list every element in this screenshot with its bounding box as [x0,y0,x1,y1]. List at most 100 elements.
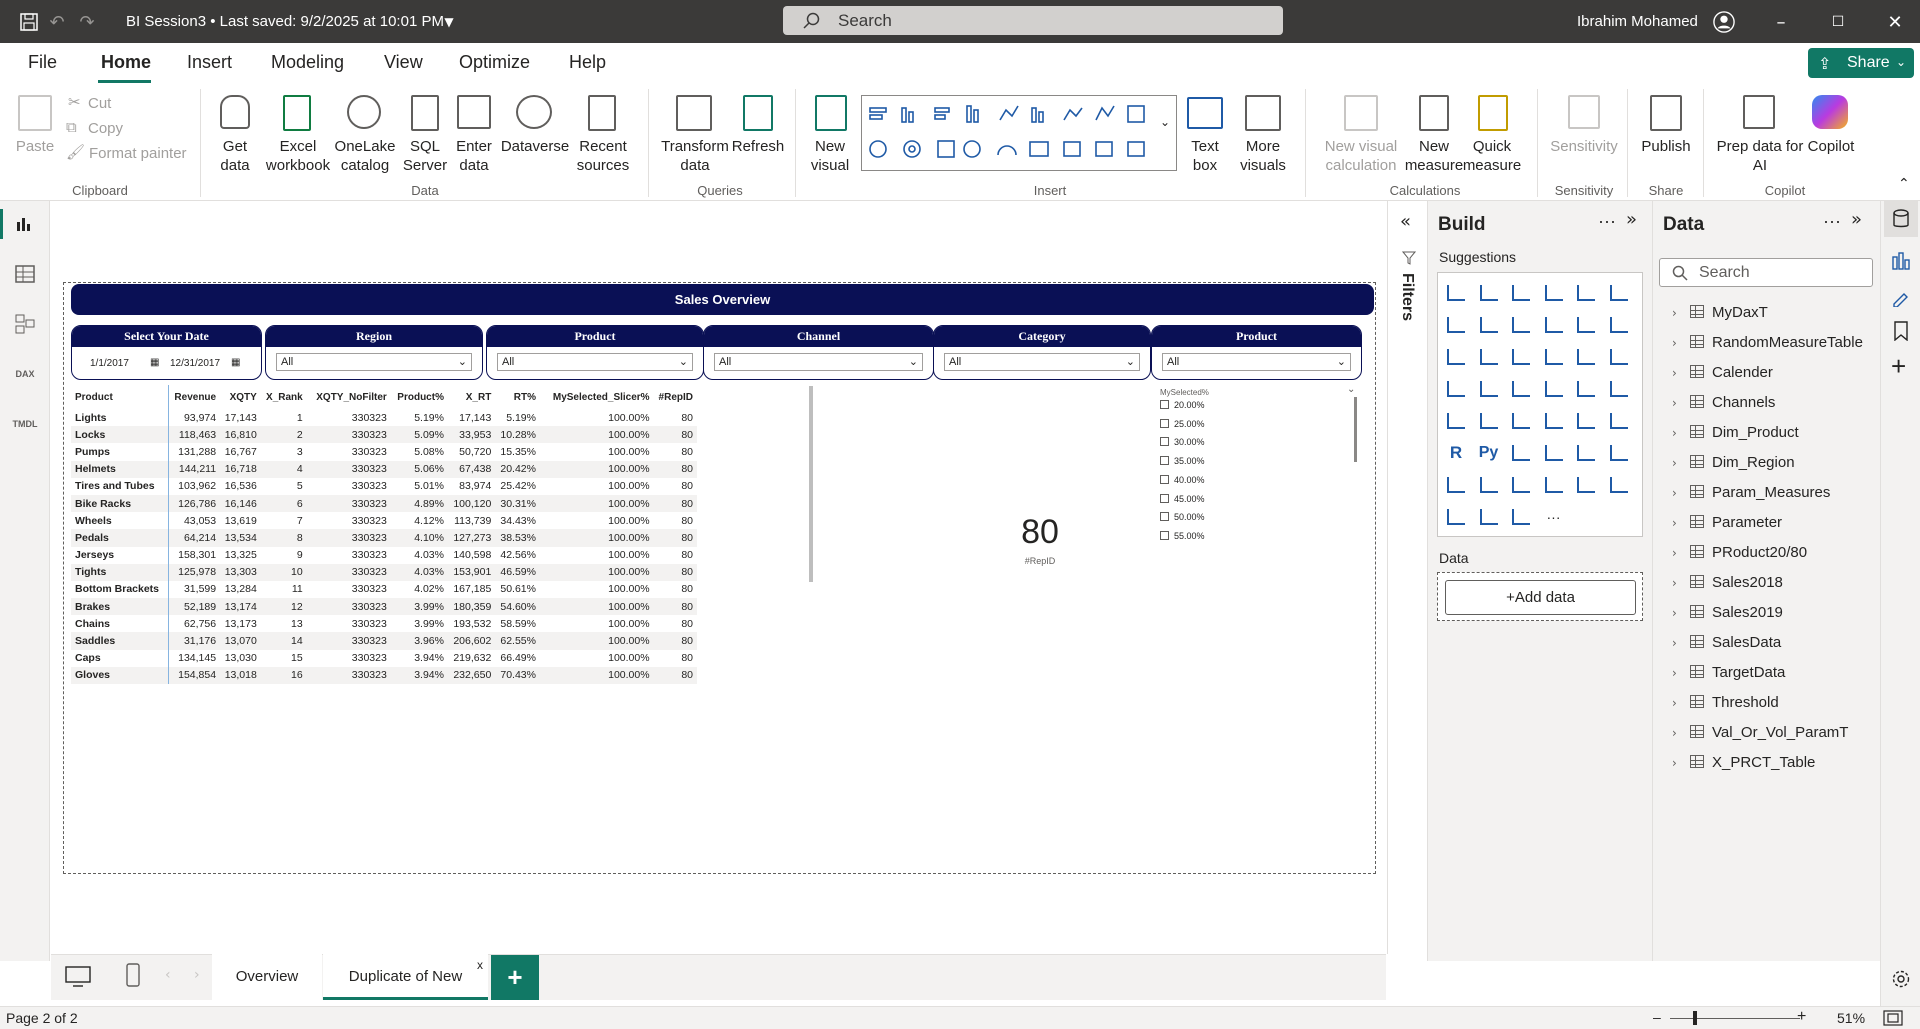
chevron-right-icon[interactable]: › [1672,696,1690,710]
filled-map-icon[interactable] [1478,378,1500,400]
data-table-item[interactable]: › RandomMeasureTable [1672,334,1863,351]
column-header[interactable]: #RepID [654,385,697,409]
data-table-item[interactable]: › PRoduct20/80 [1672,544,1807,561]
product-table[interactable]: Product Revenue XQTY X_Rank XQTY_NoFilter Pro… [71,385,697,684]
add-data-button[interactable]: +Add data [1445,580,1636,615]
cut-button[interactable]: Cut [88,94,111,113]
table-row[interactable]: Gloves 154,854 13,018 16 330323 3.94% 232,650 7… [71,666,697,684]
prep-data-for-ai-button[interactable]: Prep data for AI [1712,137,1808,175]
table-row[interactable]: Tights 125,978 13,303 10 330323 4.03% 153,901 4… [71,563,697,581]
user-name[interactable]: Ibrahim Mohamed [1577,13,1698,30]
zoom-out-button[interactable]: – [1653,1009,1661,1025]
report-view-icon[interactable] [10,209,40,239]
visual-gallery[interactable] [861,95,1177,171]
product-slicer[interactable]: Product All ⌄ [486,325,704,380]
column-header[interactable]: X_RT [448,385,495,409]
menu-optimize[interactable]: Optimize [459,52,530,73]
data-table-item[interactable]: › Val_Or_Vol_ParamT [1672,724,1848,741]
card-new-icon[interactable] [1543,474,1565,496]
copy-button[interactable]: Copy [88,119,123,138]
menu-insert[interactable]: Insert [187,52,232,73]
onelake-catalog-button[interactable]: OneLake catalog [332,137,398,175]
map-icon[interactable] [1445,378,1467,400]
data-search-input[interactable]: Search [1659,258,1873,287]
category-slicer[interactable]: Category All ⌄ [933,325,1151,380]
menu-modeling[interactable]: Modeling [271,52,344,73]
treemap-icon[interactable] [1608,346,1630,368]
pct-slicer-option[interactable]: 20.00% [1160,400,1205,410]
data-table-item[interactable]: › Sales2018 [1672,574,1783,591]
chevron-right-icon[interactable]: › [1672,456,1690,470]
column-header[interactable]: X_Rank [261,385,307,409]
date-from[interactable]: 1/1/2017 [90,358,129,369]
table-row[interactable]: Helmets 144,211 16,718 4 330323 5.06% 67,438 20… [71,460,697,478]
table-row[interactable]: Saddles 31,176 13,070 14 330323 3.96% 206,602 6… [71,632,697,650]
decomposition-tree-icon[interactable] [1543,442,1565,464]
column-header[interactable]: RT% [495,385,540,409]
table-row[interactable]: Brakes 52,189 13,174 12 330323 3.99% 180,359 54… [71,598,697,616]
new-visual-button[interactable]: New visual [806,137,854,175]
chevron-right-icon[interactable]: › [1672,576,1690,590]
pct-slicer-scrollbar[interactable] [1354,397,1357,462]
more-options-icon[interactable]: ··· [1823,211,1841,232]
recent-sources-button[interactable]: Recent sources [568,137,638,175]
pct-slicer-option[interactable]: 55.00% [1160,530,1205,540]
excel-workbook-button[interactable]: Excel workbook [263,137,333,175]
minimize-icon[interactable]: – [1770,11,1792,33]
sql-server-button[interactable]: SQL Server [400,137,450,175]
desktop-layout-icon[interactable] [65,966,91,988]
region-dropdown[interactable]: All ⌄ [276,353,472,371]
collapse-ribbon-icon[interactable]: ⌃ [1898,175,1910,194]
date-to[interactable]: 12/31/2017 [170,358,220,369]
product-dropdown[interactable]: All ⌄ [497,353,693,371]
column-header[interactable]: XQTY [220,385,261,409]
new-visual-calculation-button[interactable]: New visual calculation [1318,137,1404,175]
next-page-icon[interactable]: › [194,967,200,983]
title-dropdown-icon[interactable]: ▼ [438,11,460,33]
power-apps-icon[interactable] [1575,474,1597,496]
dataverse-button[interactable]: Dataverse [500,137,570,156]
get-data-button[interactable]: Get data [210,137,260,175]
checkbox-icon[interactable] [1160,530,1169,540]
region-slicer[interactable]: Region All ⌄ [265,325,483,380]
settings-gear-icon[interactable] [1891,969,1911,989]
data-table-item[interactable]: › Sales2019 [1672,604,1783,621]
azure-map-2-icon[interactable] [1445,506,1467,528]
checkbox-icon[interactable] [1160,437,1169,447]
table-row[interactable]: Jerseys 158,301 13,325 9 330323 4.03% 140,598 4… [71,546,697,564]
global-search-box[interactable]: Search [783,6,1283,35]
build-pane-icon[interactable] [1891,251,1911,271]
diamond-icon[interactable] [1478,506,1500,528]
checkbox-icon[interactable] [1160,512,1169,522]
chevron-right-icon[interactable]: › [1672,726,1690,740]
data-table-item[interactable]: › Parameter [1672,514,1782,531]
pct-slicer-option[interactable]: 25.00% [1160,418,1205,429]
clustered-bar-icon[interactable] [1510,282,1532,304]
prev-page-icon[interactable]: ‹ [165,967,171,983]
data-table-item[interactable]: › SalesData [1672,634,1781,651]
table-row[interactable]: Lights 93,974 17,143 1 330323 5.19% 17,143 5.19… [71,409,697,427]
multi-row-card-icon[interactable] [1478,410,1500,432]
table-row[interactable]: Caps 134,145 13,030 15 330323 3.94% 219,632 66.… [71,649,697,667]
shape-map-icon[interactable] [1510,378,1532,400]
calendar-icon[interactable]: ▦ [150,357,159,368]
data-table-item[interactable]: › Param_Measures [1672,484,1830,501]
gauge-icon[interactable] [1608,378,1630,400]
chevron-right-icon[interactable]: › [1672,486,1690,500]
chevron-right-icon[interactable]: › [1672,366,1690,380]
clustered-column-icon[interactable] [1543,282,1565,304]
calendar-icon[interactable]: ▦ [231,357,240,368]
avatar-icon[interactable] [1713,11,1735,33]
menu-view[interactable]: View [384,52,423,73]
table-icon[interactable] [1575,410,1597,432]
line-clustered-column-icon[interactable] [1575,314,1597,336]
data-table-item[interactable]: › MyDaxT [1672,304,1768,321]
table-row[interactable]: Locks 118,463 16,810 2 330323 5.09% 33,953 10.2… [71,426,697,444]
format-pane-icon[interactable] [1891,287,1911,307]
table-row[interactable]: Pedals 64,214 13,534 8 330323 4.10% 127,273 38.… [71,529,697,547]
table-row[interactable]: Bike Racks 126,786 16,146 6 330323 4.89% 100,1… [71,494,697,513]
matrix-icon[interactable] [1608,410,1630,432]
column-header[interactable]: MySelected_Slicer% [540,385,654,409]
more-options-icon[interactable]: ··· [1598,211,1616,232]
model-view-icon[interactable] [10,309,40,339]
